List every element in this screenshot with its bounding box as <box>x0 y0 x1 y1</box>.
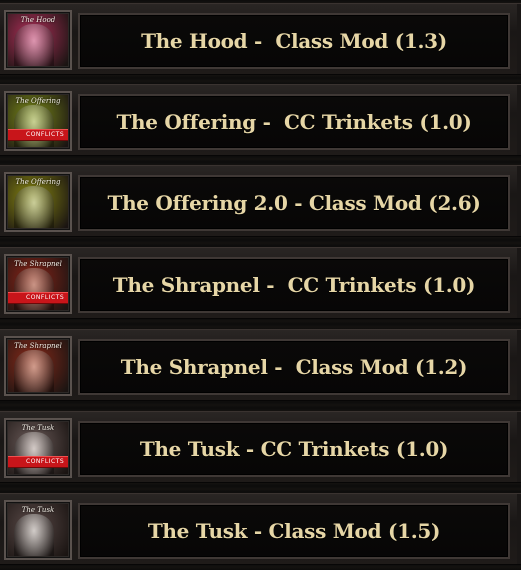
thumbnail-title: The Shrapnel <box>14 342 62 350</box>
mod-title: The Shrapnel - CC Trinkets (1.0) <box>112 273 476 297</box>
mod-title: The Offering 2.0 - Class Mod (2.6) <box>107 191 481 215</box>
thumbnail-title: The Tusk <box>21 506 55 514</box>
row-edge <box>517 494 521 564</box>
mod-thumbnail-frame: The Hood <box>4 10 72 70</box>
thumbnail-title: The Hood <box>20 16 56 24</box>
mod-thumbnail: The Hood <box>8 14 68 66</box>
mod-thumbnail: The Offering <box>8 176 68 228</box>
character-portrait-icon <box>14 24 54 66</box>
mod-label-panel: The Tusk - Class Mod (1.5) <box>78 503 510 559</box>
conflicts-banner-text: CONFLICTS <box>26 294 65 301</box>
mod-thumbnail-frame: The Offering <box>4 172 72 232</box>
thumbnail-title: The Offering <box>15 97 61 105</box>
row-edge <box>517 4 521 74</box>
character-portrait-icon <box>14 186 54 228</box>
mod-row-hood-class[interactable]: The Hood The Hood - Class Mod (1.3) <box>0 3 521 75</box>
mod-thumbnail: The Offering CONFLICTS <box>8 95 68 147</box>
thumbnail-title: The Offering <box>15 178 61 186</box>
mod-label-panel: The Shrapnel - CC Trinkets (1.0) <box>78 257 510 313</box>
conflicts-banner-text: CONFLICTS <box>26 458 65 465</box>
mod-thumbnail-frame: The Shrapnel <box>4 336 72 396</box>
conflicts-banner-text: CONFLICTS <box>26 131 65 138</box>
mod-label-panel: The Offering - CC Trinkets (1.0) <box>78 94 510 150</box>
mod-thumbnail: The Tusk <box>8 504 68 556</box>
mod-title: The Shrapnel - Class Mod (1.2) <box>120 355 468 379</box>
mod-thumbnail-frame: The Tusk <box>4 500 72 560</box>
mod-thumbnail-frame: The Shrapnel CONFLICTS <box>4 254 72 314</box>
mod-row-shrapnel-cc[interactable]: The Shrapnel CONFLICTS The Shrapnel - CC… <box>0 247 521 319</box>
mod-title: The Tusk - Class Mod (1.5) <box>147 519 441 543</box>
row-edge <box>517 412 521 482</box>
mod-row-offering-class[interactable]: The Offering The Offering 2.0 - Class Mo… <box>0 165 521 237</box>
thumbnail-title: The Tusk <box>21 424 55 432</box>
mod-thumbnail: The Tusk CONFLICTS <box>8 422 68 474</box>
mod-title: The Hood - Class Mod (1.3) <box>141 29 447 53</box>
mod-list: The Hood The Hood - Class Mod (1.3) The … <box>0 0 521 570</box>
mod-label-panel: The Offering 2.0 - Class Mod (2.6) <box>78 175 510 231</box>
mod-title: The Offering - CC Trinkets (1.0) <box>116 110 472 134</box>
row-edge <box>517 248 521 318</box>
thumbnail-title: The Shrapnel <box>14 260 62 268</box>
mod-row-tusk-class[interactable]: The Tusk The Tusk - Class Mod (1.5) <box>0 493 521 565</box>
mod-thumbnail: The Shrapnel <box>8 340 68 392</box>
mod-thumbnail: The Shrapnel CONFLICTS <box>8 258 68 310</box>
mod-label-panel: The Hood - Class Mod (1.3) <box>78 13 510 69</box>
mod-row-shrapnel-class[interactable]: The Shrapnel The Shrapnel - Class Mod (1… <box>0 329 521 401</box>
row-edge <box>517 166 521 236</box>
mod-title: The Tusk - CC Trinkets (1.0) <box>139 437 449 461</box>
mod-thumbnail-frame: The Tusk CONFLICTS <box>4 418 72 478</box>
mod-row-tusk-cc[interactable]: The Tusk CONFLICTS The Tusk - CC Trinket… <box>0 411 521 483</box>
mod-label-panel: The Shrapnel - Class Mod (1.2) <box>78 339 510 395</box>
row-edge <box>517 330 521 400</box>
mod-thumbnail-frame: The Offering CONFLICTS <box>4 91 72 151</box>
mod-row-offering-cc[interactable]: The Offering CONFLICTS The Offering - CC… <box>0 84 521 156</box>
character-portrait-icon <box>14 514 54 556</box>
row-edge <box>517 85 521 155</box>
character-portrait-icon <box>14 350 54 392</box>
mod-label-panel: The Tusk - CC Trinkets (1.0) <box>78 421 510 477</box>
